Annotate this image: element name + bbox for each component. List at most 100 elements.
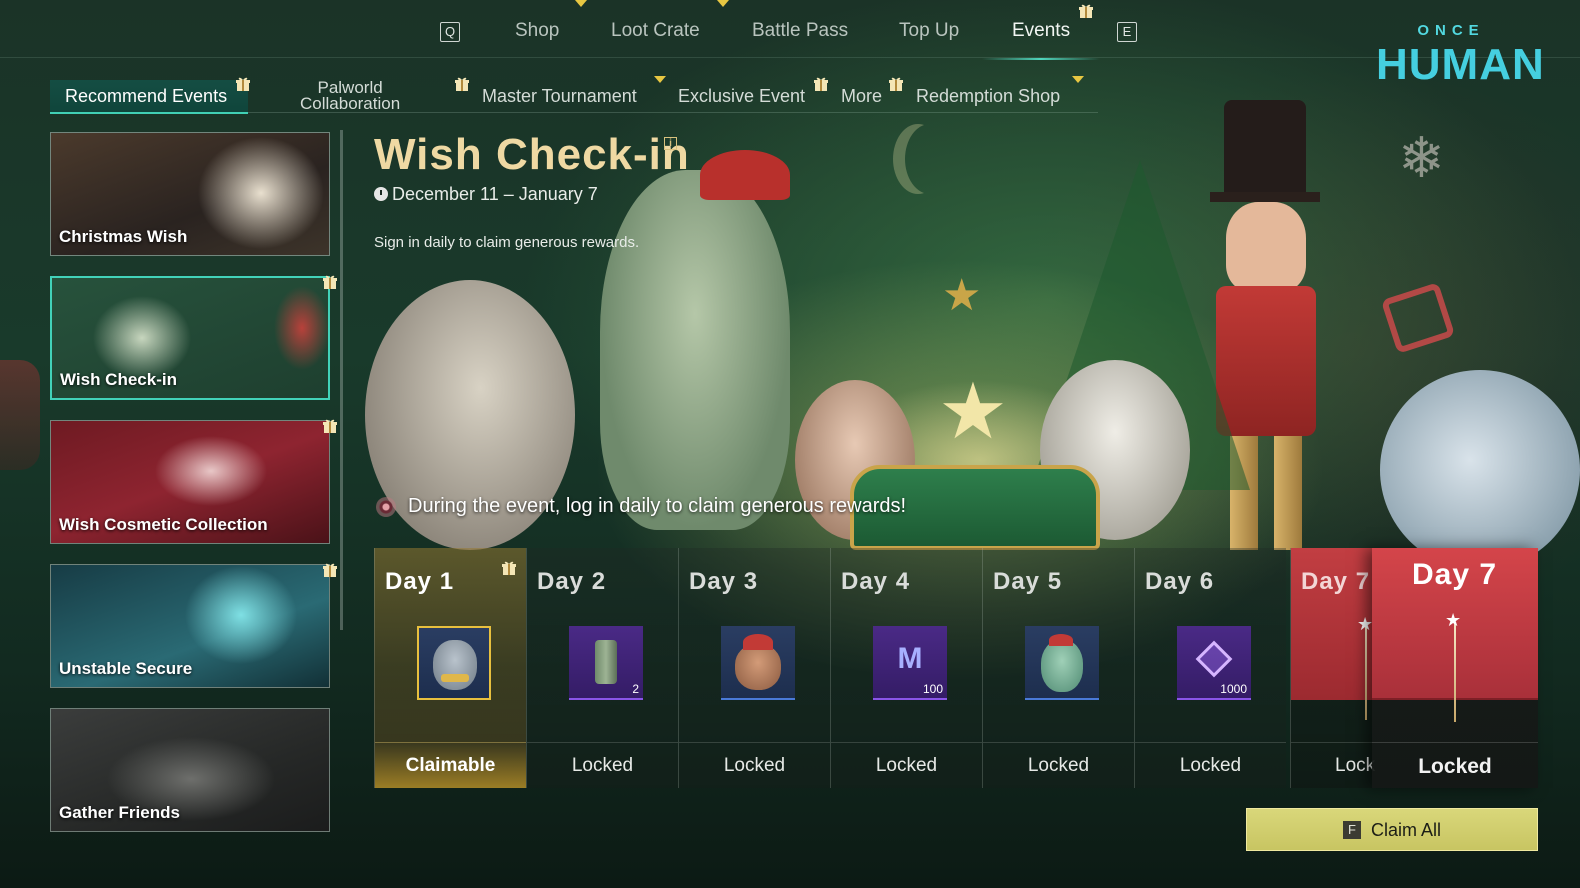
day-label: Day 4 (841, 568, 911, 595)
gift-icon (235, 76, 251, 92)
new-indicator-icon (575, 0, 587, 7)
event-card-label: Christmas Wish (59, 227, 188, 246)
tab-loot-crate[interactable]: Loot Crate (611, 20, 700, 42)
day-card-5[interactable]: Day 5 Locked (982, 548, 1134, 788)
claim-all-label: Claim All (1371, 820, 1442, 840)
clock-icon (374, 187, 388, 201)
event-list-scrollbar[interactable] (340, 130, 343, 630)
star-staff-icon[interactable]: ★ (1445, 610, 1461, 631)
day-label: Day 7 (1412, 558, 1498, 591)
e-key-hint[interactable]: E (1117, 22, 1137, 42)
logo-main-text: HUMAN (1376, 40, 1545, 89)
info-icon[interactable]: i (664, 137, 677, 150)
event-card-label: Gather Friends (59, 803, 180, 822)
tab-battle-pass[interactable]: Battle Pass (752, 20, 848, 42)
day-status: Locked (1179, 755, 1242, 776)
left-edge-ornament (0, 360, 40, 470)
dino-santa-hat (700, 150, 790, 200)
day-card-6[interactable]: Day 6 1000 Locked (1134, 548, 1286, 788)
day-card-4[interactable]: Day 4 M 100 Locked (830, 548, 982, 788)
check-in-days: Day 1 Claimable Day 2 2 Locked Day 3 Loc… (374, 548, 1538, 788)
day-divider (1135, 742, 1286, 743)
new-indicator-icon (654, 76, 666, 83)
day-status: Locked (875, 755, 938, 776)
day-status: Locked (1027, 755, 1090, 776)
staff-shaft (1365, 624, 1367, 720)
day-divider (1372, 742, 1538, 743)
day-divider (679, 742, 830, 743)
m-emblem-icon[interactable]: M 100 (873, 626, 947, 700)
event-card-label: Wish Cosmetic Collection (59, 515, 268, 534)
event-date-range: December 11 – January 7 (392, 184, 598, 204)
reward-quantity: 100 (922, 682, 943, 696)
penguin-plush-corner (1380, 370, 1580, 570)
nutcracker-figure (1190, 100, 1340, 550)
category-tabs: Recommend Events Palworld Collaboration … (0, 70, 1100, 116)
day-label: Day 5 (993, 568, 1063, 595)
event-card-wish-check-in[interactable]: Wish Check-in (50, 276, 330, 400)
day-card-1[interactable]: Day 1 Claimable (374, 548, 526, 788)
f-key-hint: F (1343, 821, 1361, 839)
small-star-decoration: ★ (942, 271, 982, 320)
event-card-christmas-wish[interactable]: Christmas Wish (50, 132, 330, 256)
new-indicator-icon (1072, 76, 1084, 83)
day-status: Claimable (405, 755, 496, 776)
event-description: Sign in daily to claim generous rewards. (374, 234, 640, 251)
top-nav: Q Shop Loot Crate Battle Pass Top Up Eve… (0, 0, 1580, 60)
gift-icon (454, 76, 470, 92)
event-card-unstable-secure[interactable]: Unstable Secure (50, 564, 330, 688)
staff-shaft (1454, 622, 1456, 722)
day-status: Locked (571, 755, 634, 776)
day-card-7[interactable]: Day 7 ★ Locked (1372, 548, 1538, 788)
category-redemption-shop[interactable]: Redemption Shop (916, 86, 1060, 107)
category-master-tournament[interactable]: Master Tournament (482, 86, 637, 107)
event-card-wish-cosmetic-collection[interactable]: Wish Cosmetic Collection (50, 420, 330, 544)
category-label-line2: Collaboration (300, 94, 401, 113)
day-divider (375, 742, 526, 743)
day-status: Locked (1418, 755, 1492, 778)
day-label: Day 1 (385, 568, 455, 595)
crystal-currency-icon[interactable]: 1000 (1177, 626, 1251, 700)
moon-decoration (905, 124, 955, 194)
gift-icon (813, 76, 829, 92)
bear-plush-icon[interactable] (417, 626, 491, 700)
day-card-3[interactable]: Day 3 Locked (678, 548, 830, 788)
event-card-label: Wish Check-in (60, 370, 177, 389)
gift-icon (322, 418, 338, 434)
category-palworld-collaboration[interactable]: Palworld Collaboration (300, 79, 401, 113)
day-label: Day 2 (537, 568, 607, 595)
reward-quantity: 1000 (1220, 682, 1247, 696)
day-divider (527, 742, 678, 743)
category-more[interactable]: More (841, 86, 882, 107)
gift-icon (1078, 3, 1094, 19)
day-label: Day 3 (689, 568, 759, 595)
day-label: Day 6 (1145, 568, 1215, 595)
canister-icon[interactable]: 2 (569, 626, 643, 700)
category-exclusive-event[interactable]: Exclusive Event (678, 86, 805, 107)
day-card-2[interactable]: Day 2 2 Locked (526, 548, 678, 788)
tab-shop[interactable]: Shop (515, 20, 559, 42)
dinosaur-plush (600, 170, 790, 530)
tab-top-up[interactable]: Top Up (899, 20, 959, 42)
event-title: Wish Check-in (374, 130, 690, 179)
category-divider (248, 112, 1098, 113)
gold-star-decoration: ★ (938, 367, 1008, 455)
event-list: Christmas Wish Wish Check-in Wish Cosmet… (50, 130, 337, 832)
logo-top-text: ONCE (1417, 22, 1485, 39)
dino-plush-icon[interactable] (1025, 626, 1099, 700)
event-card-gather-friends[interactable]: Gather Friends (50, 708, 330, 832)
gift-icon (322, 274, 338, 290)
q-key-hint[interactable]: Q (440, 22, 460, 42)
snowflake-decoration: ❄ (1398, 126, 1445, 189)
day-status: Lock (1335, 755, 1376, 776)
category-recommend-events[interactable]: Recommend Events (50, 80, 248, 114)
notice-bullet-icon (376, 497, 396, 517)
star-staff-icon: ★ (1357, 614, 1374, 634)
event-card-label: Unstable Secure (59, 659, 193, 678)
event-notice: During the event, log in daily to claim … (408, 495, 907, 517)
tab-events[interactable]: Events (981, 20, 1101, 60)
christmas-tree (1030, 160, 1250, 490)
claim-all-button[interactable]: F Claim All (1246, 808, 1538, 851)
gift-icon (888, 76, 904, 92)
santa-bear-icon[interactable] (721, 626, 795, 700)
